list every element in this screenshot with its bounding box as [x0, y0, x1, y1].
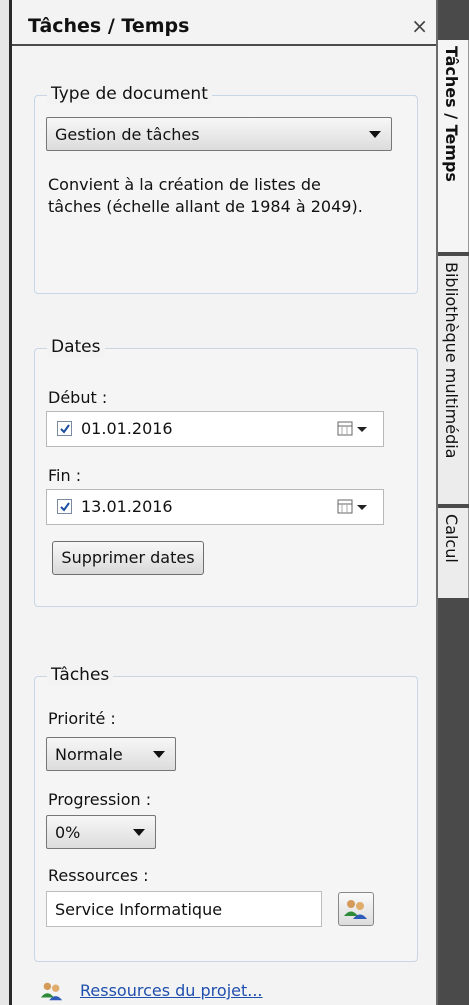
priority-value: Normale [55, 745, 123, 764]
users-icon [40, 982, 63, 1001]
chevron-down-icon [153, 751, 165, 758]
resources-label: Ressources : [48, 866, 149, 885]
users-icon [344, 900, 367, 919]
end-date-value: 13.01.2016 [81, 497, 173, 516]
clear-dates-button[interactable]: Supprimer dates [52, 541, 204, 575]
chevron-down-icon [133, 829, 145, 836]
calendar-dropdown-icon[interactable] [337, 498, 371, 516]
end-date-label: Fin : [48, 466, 82, 485]
project-resources-link[interactable]: Ressources du projet... [80, 981, 263, 1000]
priority-label: Priorité : [48, 709, 116, 728]
tab-label: Bibliothèque multimédia [442, 262, 461, 459]
close-icon[interactable]: × [411, 14, 428, 38]
progress-value: 0% [55, 823, 81, 842]
start-date-label: Début : [48, 388, 108, 407]
document-type-value: Gestion de tâches [55, 125, 200, 144]
end-date-picker[interactable]: 13.01.2016 [46, 489, 384, 525]
left-window-border [0, 0, 12, 1005]
tab-label: Tâches / Temps [442, 46, 461, 182]
chevron-down-icon [369, 131, 381, 138]
calendar-dropdown-icon[interactable] [337, 420, 371, 438]
tab-taches-temps[interactable]: Tâches / Temps [438, 40, 469, 252]
start-date-checkbox[interactable] [57, 421, 72, 436]
document-type-description: Convient à la création de listes de tâch… [48, 175, 363, 216]
resources-value: Service Informatique [55, 900, 223, 919]
tab-label: Calcul [442, 514, 461, 563]
resources-field[interactable]: Service Informatique [46, 891, 322, 927]
checkmark-icon [60, 424, 70, 434]
dates-legend: Dates [47, 337, 105, 357]
end-date-checkbox[interactable] [57, 499, 72, 514]
panel-title: Tâches / Temps [28, 15, 190, 37]
progress-dropdown[interactable]: 0% [46, 815, 156, 849]
panel-titlebar: Tâches / Temps × [12, 10, 436, 46]
tasks-legend: Tâches [47, 665, 114, 685]
checkmark-icon [60, 502, 70, 512]
document-type-dropdown[interactable]: Gestion de tâches [46, 117, 392, 151]
side-tabs: Tâches / Temps Bibliothèque multimédia C… [438, 0, 469, 1005]
tab-bibliotheque-multimedia[interactable]: Bibliothèque multimédia [438, 256, 469, 504]
progress-label: Progression : [48, 790, 152, 809]
document-type-legend: Type de document [47, 84, 212, 104]
priority-dropdown[interactable]: Normale [46, 737, 176, 771]
select-resources-button[interactable] [338, 892, 374, 926]
start-date-value: 01.01.2016 [81, 419, 173, 438]
tab-calcul[interactable]: Calcul [438, 508, 469, 598]
start-date-picker[interactable]: 01.01.2016 [46, 411, 384, 447]
